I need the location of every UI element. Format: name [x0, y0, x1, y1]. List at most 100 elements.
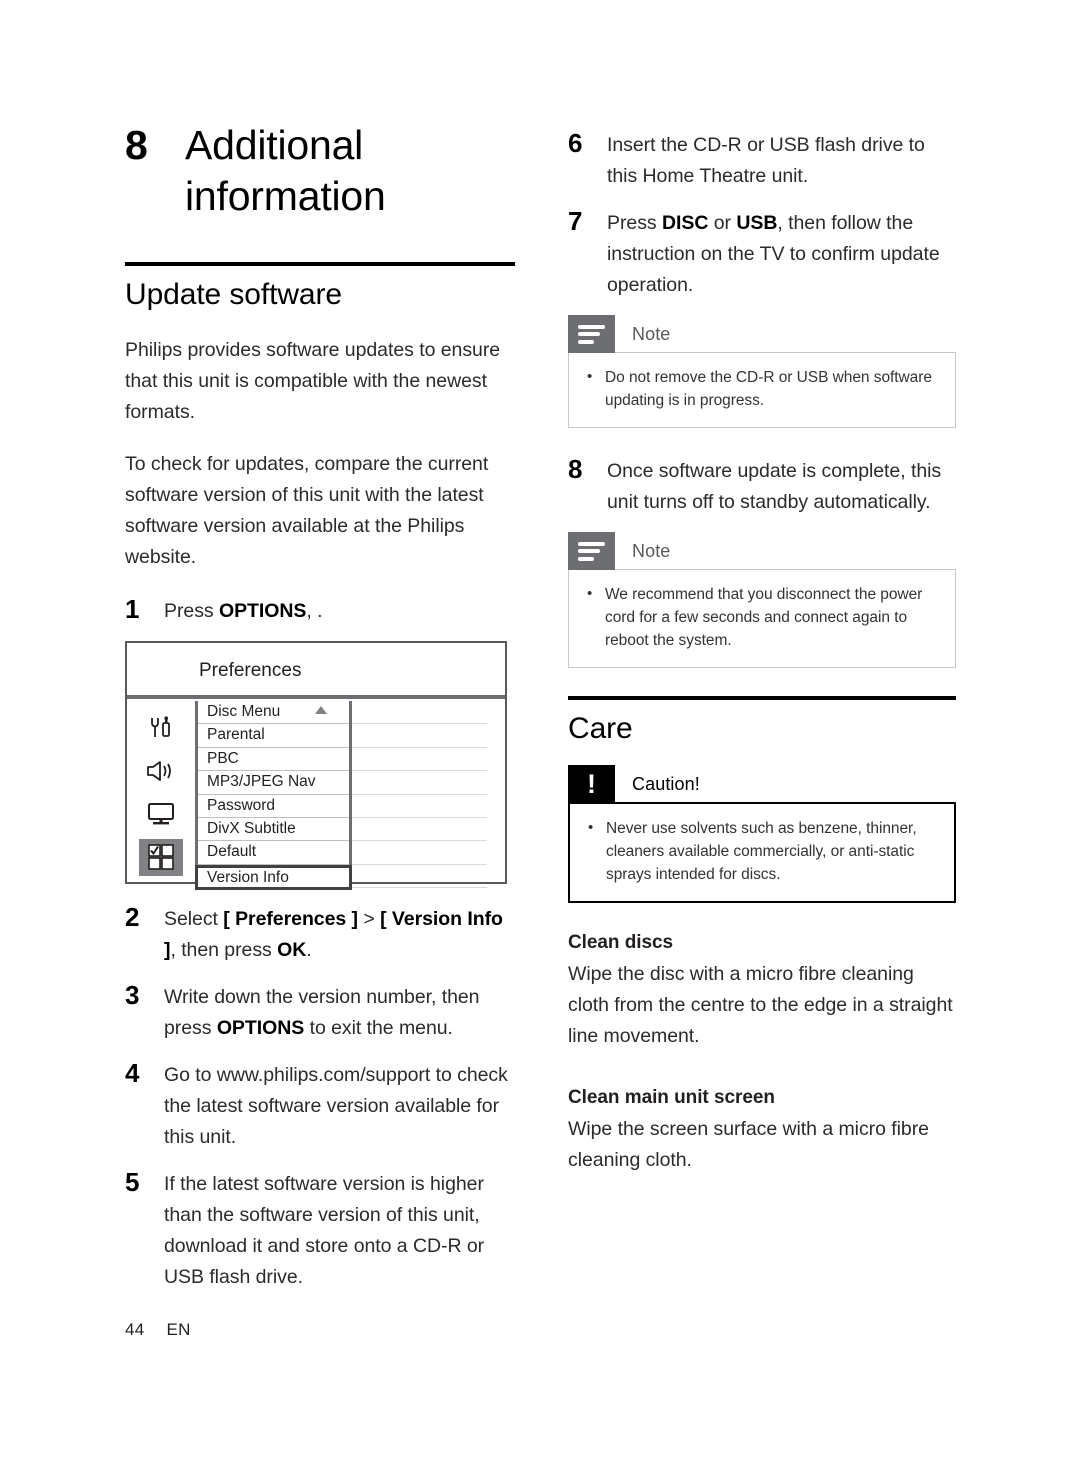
preferences-menu-screenshot: Preferences Disc Menu Parental PBC MP3/J… — [125, 641, 507, 890]
care-heading: Care — [568, 712, 633, 745]
chapter-heading: 8 Additional information — [125, 120, 515, 222]
step-8-number: 8 — [568, 454, 583, 484]
step-5: 5 If the latest software version is high… — [125, 1167, 515, 1293]
menu-item-divx-subtitle[interactable]: DivX Subtitle — [198, 818, 349, 842]
note-callout-1-header: Note — [568, 315, 956, 353]
step-8: 8 Once software update is complete, this… — [568, 454, 956, 518]
screenshot-menu-list: Disc Menu Parental PBC MP3/JPEG Nav Pass… — [195, 701, 352, 890]
note-callout-1-label: Note — [632, 324, 671, 344]
step-7-number: 7 — [568, 206, 583, 236]
step-4: 4 Go to www.philips.com/support to check… — [125, 1058, 515, 1153]
caution-callout-label: Caution! — [632, 774, 700, 794]
exclamation-icon: ! — [568, 765, 615, 803]
step-3-number: 3 — [125, 980, 140, 1010]
caution-item: Never use solvents such as benzene, thin… — [584, 816, 940, 886]
step-4-text: Go to www.philips.com/support to check t… — [164, 1064, 508, 1148]
caution-callout-body: Never use solvents such as benzene, thin… — [568, 802, 956, 903]
note-callout-2-header: Note — [568, 532, 956, 570]
note-item: We recommend that you disconnect the pow… — [583, 582, 941, 652]
value-row — [352, 701, 487, 725]
section-update-software: Update software — [125, 262, 515, 313]
value-row — [352, 818, 487, 842]
value-row — [352, 865, 487, 889]
left-column: 8 Additional information Update software… — [125, 120, 515, 1307]
chapter-number: 8 — [125, 122, 148, 168]
note-callout-1-body: Do not remove the CD-R or USB when softw… — [568, 352, 956, 428]
chevron-up-icon — [315, 706, 327, 714]
step-6: 6 Insert the CD-R or USB flash drive to … — [568, 128, 956, 192]
note-callout-2-body: We recommend that you disconnect the pow… — [568, 569, 956, 668]
right-column: 6 Insert the CD-R or USB flash drive to … — [568, 128, 956, 1208]
paragraph-intro-1: Philips provides software updates to ens… — [125, 339, 501, 423]
page-number: 44 — [125, 1320, 145, 1339]
setup-tools-icon[interactable] — [139, 709, 183, 746]
menu-item-pbc[interactable]: PBC — [198, 748, 349, 772]
clean-main-unit-screen-body: Wipe the screen surface with a micro fib… — [568, 1118, 929, 1171]
value-row — [352, 795, 487, 818]
value-row — [352, 841, 487, 865]
value-row — [352, 748, 487, 772]
section-care: Care — [568, 696, 956, 747]
note-lines-icon — [568, 315, 615, 353]
clean-discs-heading: Clean discs — [568, 932, 674, 953]
clean-main-unit-screen-heading: Clean main unit screen — [568, 1087, 775, 1108]
step-1-number: 1 — [125, 594, 140, 624]
menu-item-label: Version Info — [207, 868, 289, 886]
step-1: 1 Press OPTIONS, . — [125, 594, 515, 627]
step-1-text: Press OPTIONS, . — [164, 600, 323, 622]
paragraph-intro-2: To check for updates, compare the curren… — [125, 453, 489, 568]
footer-language: EN — [166, 1320, 191, 1339]
audio-speaker-icon[interactable] — [139, 752, 183, 789]
screenshot-body: Disc Menu Parental PBC MP3/JPEG Nav Pass… — [127, 701, 505, 890]
menu-item-disc-menu[interactable]: Disc Menu — [198, 701, 349, 725]
menu-item-label: MP3/JPEG Nav — [207, 773, 316, 791]
menu-item-label: PBC — [207, 749, 239, 767]
menu-item-label: DivX Subtitle — [207, 819, 296, 837]
menu-item-mp3-jpeg-nav[interactable]: MP3/JPEG Nav — [198, 771, 349, 795]
video-tv-icon[interactable] — [139, 796, 183, 833]
step-7: 7 Press DISC or USB, then follow the ins… — [568, 206, 956, 301]
step-2-text: Select [ Preferences ] > [ Version Info … — [164, 908, 503, 961]
manual-page: 8 Additional information Update software… — [0, 0, 1080, 1461]
note-callout-1: Note Do not remove the CD-R or USB when … — [568, 315, 956, 428]
chapter-title-line1: Additional — [185, 122, 364, 168]
step-3: 3 Write down the version number, then pr… — [125, 980, 515, 1044]
chapter-title: Additional information — [185, 120, 386, 222]
menu-item-password[interactable]: Password — [198, 795, 349, 818]
value-row — [352, 771, 487, 795]
value-row — [352, 724, 487, 748]
subsection-clean-discs: Clean discs Wipe the disc with a micro f… — [568, 929, 956, 1052]
step-7-text: Press DISC or USB, then follow the instr… — [607, 212, 940, 296]
step-3-text: Write down the version number, then pres… — [164, 986, 480, 1039]
screenshot-icon-rail — [127, 701, 195, 882]
step-5-text: If the latest software version is higher… — [164, 1173, 485, 1288]
step-2: 2 Select [ Preferences ] > [ Version Inf… — [125, 902, 515, 966]
page-footer: 44 EN — [125, 1320, 191, 1340]
screenshot-value-column — [352, 701, 505, 889]
menu-item-parental[interactable]: Parental — [198, 724, 349, 748]
section-heading: Update software — [125, 278, 342, 311]
screenshot-title: Preferences — [127, 643, 505, 699]
caution-callout: ! Caution! Never use solvents such as be… — [568, 765, 956, 903]
note-item: Do not remove the CD-R or USB when softw… — [583, 365, 941, 412]
clean-discs-body: Wipe the disc with a micro fibre cleanin… — [568, 963, 953, 1047]
step-6-text: Insert the CD-R or USB flash drive to th… — [607, 134, 925, 187]
subsection-clean-main-unit-screen: Clean main unit screen Wipe the screen s… — [568, 1084, 956, 1176]
menu-item-version-info[interactable]: Version Info — [195, 864, 352, 890]
menu-item-label: Password — [207, 796, 276, 814]
caution-callout-header: ! Caution! — [568, 765, 956, 803]
note-lines-icon — [568, 532, 615, 570]
step-5-number: 5 — [125, 1167, 140, 1197]
step-8-text: Once software update is complete, this u… — [607, 460, 942, 513]
chapter-title-line2: information — [185, 173, 386, 219]
menu-item-label: Default — [207, 843, 257, 861]
step-2-number: 2 — [125, 902, 140, 932]
step-4-number: 4 — [125, 1058, 140, 1088]
note-callout-2: Note We recommend that you disconnect th… — [568, 532, 956, 668]
menu-item-label: Disc Menu — [207, 703, 281, 720]
preferences-grid-icon[interactable] — [139, 838, 183, 876]
note-callout-2-label: Note — [632, 541, 671, 561]
step-6-number: 6 — [568, 128, 583, 158]
menu-item-label: Parental — [207, 726, 265, 744]
menu-item-default[interactable]: Default — [198, 841, 349, 865]
